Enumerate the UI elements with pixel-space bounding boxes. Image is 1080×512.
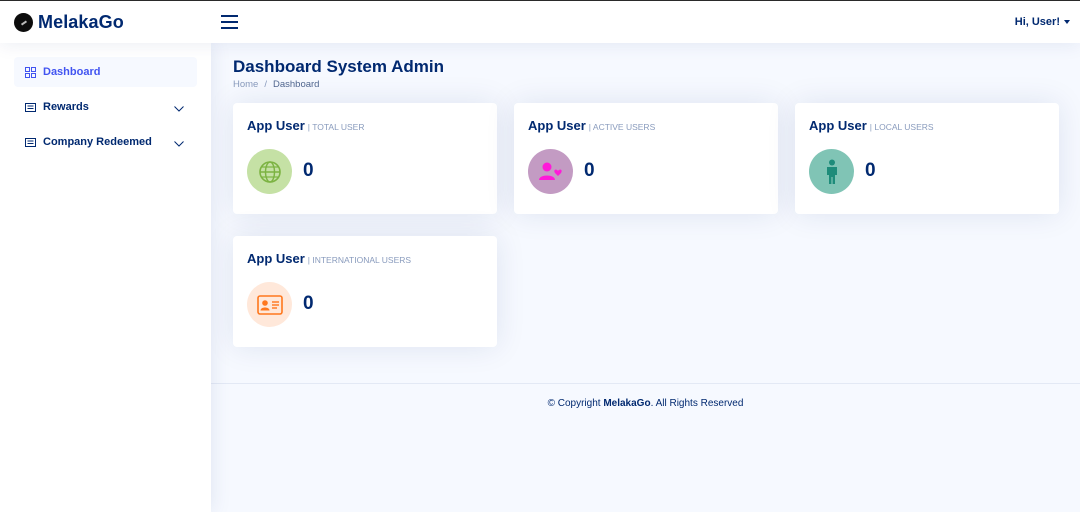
footer: © Copyright MelakaGo. All Rights Reserve… bbox=[211, 398, 1080, 409]
card-subtitle: | INTERNATIONAL USERS bbox=[307, 255, 412, 265]
card-title-text: App User bbox=[247, 251, 305, 266]
breadcrumb-separator: / bbox=[264, 79, 267, 90]
user-menu-dropdown[interactable]: Hi, User! bbox=[1015, 16, 1070, 28]
card-subtitle: | TOTAL USER bbox=[307, 122, 365, 132]
footer-divider bbox=[211, 383, 1080, 384]
sidebar-item-company-redeemed[interactable]: Company Redeemed bbox=[14, 127, 197, 157]
logo-mark-icon bbox=[14, 13, 33, 32]
breadcrumb-current: Dashboard bbox=[272, 79, 320, 90]
card-title-text: App User bbox=[528, 118, 586, 133]
card-subtitle: | LOCAL USERS bbox=[869, 122, 934, 132]
card-subtitle: | ACTIVE USERS bbox=[588, 122, 656, 132]
globe-icon bbox=[247, 149, 292, 194]
user-greeting: Hi, User! bbox=[1014, 16, 1060, 28]
sidebar-item-label: Rewards bbox=[43, 101, 89, 113]
chevron-down-icon[interactable] bbox=[174, 138, 184, 150]
sidebar-item-dashboard[interactable]: Dashboard bbox=[14, 57, 197, 87]
card-title: App User | TOTAL USER bbox=[247, 118, 364, 133]
users-heart-icon bbox=[528, 149, 573, 194]
sidebar: Dashboard Rewards Company Redeemed bbox=[0, 43, 211, 512]
sidebar-item-rewards[interactable]: Rewards bbox=[14, 92, 197, 122]
card-title: App User | INTERNATIONAL USERS bbox=[247, 251, 411, 266]
footer-copyright: © Copyright bbox=[547, 398, 604, 409]
main-content: Dashboard System Admin Home / Dashboard … bbox=[211, 43, 1080, 512]
menu-button-icon bbox=[25, 137, 36, 147]
top-header: MelakaGo Hi, User! bbox=[0, 0, 1080, 43]
page-title: Dashboard System Admin bbox=[233, 57, 444, 76]
breadcrumb-home[interactable]: Home bbox=[233, 79, 258, 90]
stat-card-international-users: App User | INTERNATIONAL USERS 0 bbox=[233, 236, 497, 347]
card-title: App User | ACTIVE USERS bbox=[528, 118, 655, 133]
caret-down-icon bbox=[1064, 20, 1070, 24]
card-title: App User | LOCAL USERS bbox=[809, 118, 934, 133]
sidebar-item-label: Company Redeemed bbox=[43, 136, 152, 148]
logo-text: MelakaGo bbox=[38, 12, 124, 32]
logo[interactable]: MelakaGo bbox=[14, 12, 124, 33]
card-value: 0 bbox=[303, 293, 314, 314]
stat-card-local-users: App User | LOCAL USERS 0 bbox=[795, 103, 1059, 214]
chevron-down-icon[interactable] bbox=[174, 103, 184, 115]
grid-icon bbox=[25, 66, 36, 78]
card-title-text: App User bbox=[247, 118, 305, 133]
menu-button-icon bbox=[25, 102, 36, 112]
footer-rights: . All Rights Reserved bbox=[650, 398, 744, 409]
stat-card-total-user: App User | TOTAL USER 0 bbox=[233, 103, 497, 214]
person-icon bbox=[809, 149, 854, 194]
card-value: 0 bbox=[865, 160, 876, 181]
card-value: 0 bbox=[584, 160, 595, 181]
breadcrumb: Home / Dashboard bbox=[233, 79, 319, 90]
card-value: 0 bbox=[303, 160, 314, 181]
id-card-icon bbox=[247, 282, 292, 327]
sidebar-item-label: Dashboard bbox=[43, 66, 101, 78]
footer-brand: MelakaGo bbox=[603, 398, 651, 409]
stat-card-active-users: App User | ACTIVE USERS 0 bbox=[514, 103, 778, 214]
toggle-sidebar-icon[interactable] bbox=[221, 15, 238, 29]
card-title-text: App User bbox=[809, 118, 867, 133]
